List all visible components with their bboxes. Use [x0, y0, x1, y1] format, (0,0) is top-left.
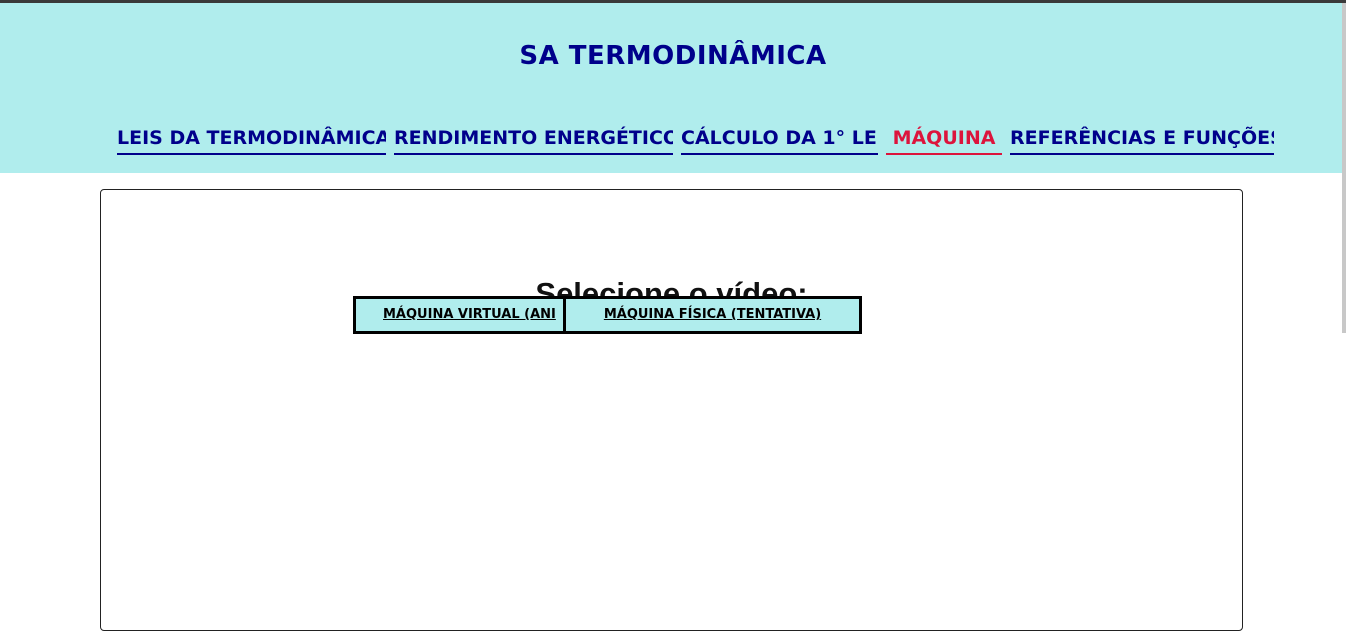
page-scrollbar[interactable] — [1342, 3, 1346, 333]
content-panel: Selecione o vídeo: — [100, 189, 1243, 631]
nav-item-rendimento[interactable]: RENDIMENTO ENERGÉTICO — [394, 123, 673, 155]
nav-item-maquina[interactable]: MÁQUINA — [886, 123, 1002, 155]
tab-maquina-fisica[interactable]: MÁQUINA FÍSICA (TENTATIVA) — [563, 296, 862, 334]
site-title: SA TERMODINÂMICA — [519, 41, 827, 71]
main-nav: LEIS DA TERMODINÂMICA RENDIMENTO ENERGÉT… — [0, 123, 1346, 157]
nav-item-leis[interactable]: LEIS DA TERMODINÂMICA — [117, 123, 386, 155]
nav-item-calculo[interactable]: CÁLCULO DA 1° LEI — [681, 123, 878, 155]
nav-item-referencias[interactable]: REFERÊNCIAS E FUNÇÕES — [1010, 123, 1274, 155]
site-header: SA TERMODINÂMICA LEIS DA TERMODINÂMICA R… — [0, 3, 1346, 173]
tab-maquina-virtual[interactable]: MÁQUINA VIRTUAL (ANI — [353, 296, 567, 334]
